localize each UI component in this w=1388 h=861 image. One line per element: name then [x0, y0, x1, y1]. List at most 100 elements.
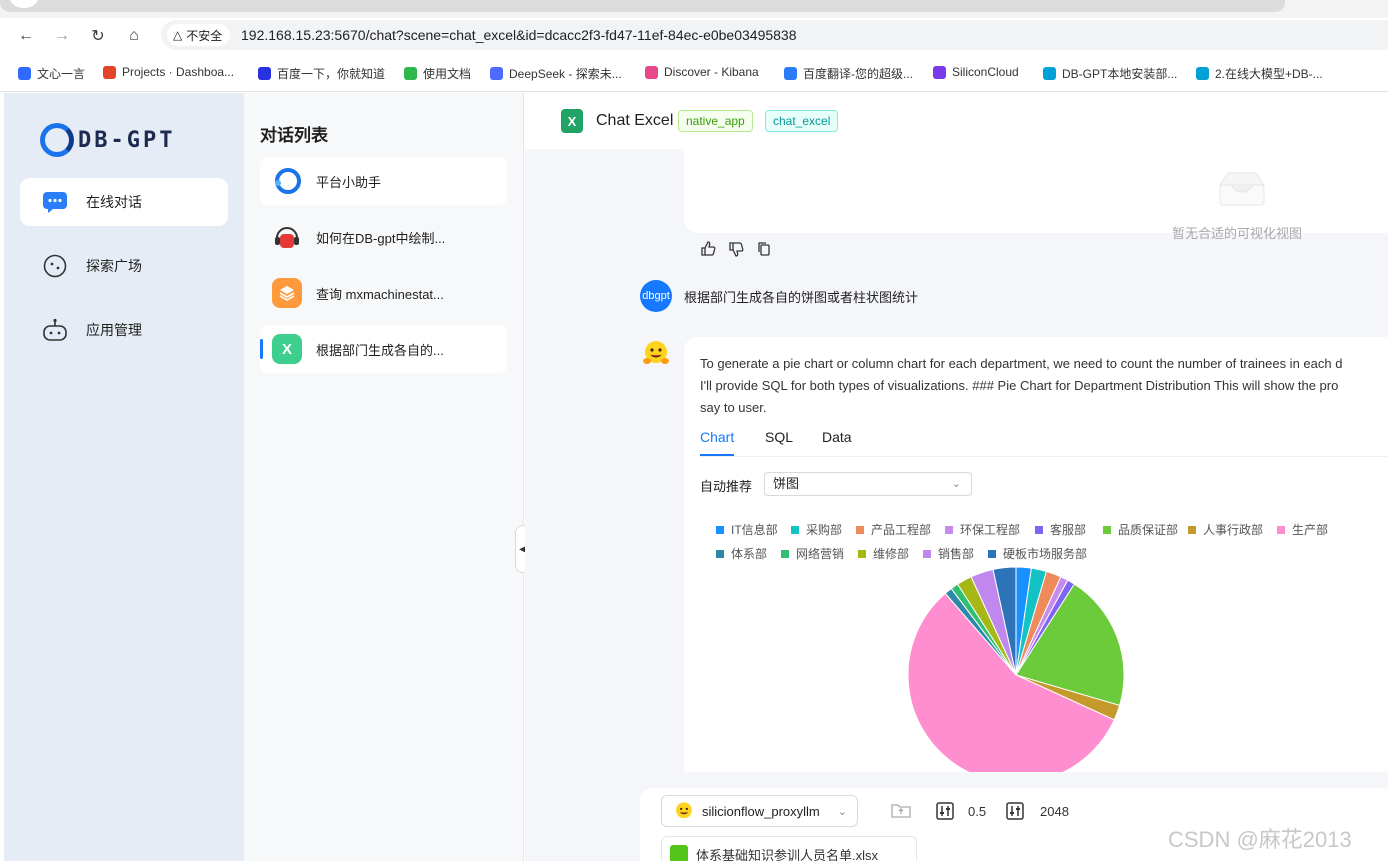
nav-item-online-chat[interactable]: 在线对话 — [20, 178, 228, 226]
temperature-control[interactable]: 0.5 — [936, 802, 986, 820]
robot-icon — [42, 317, 68, 343]
active-indicator — [260, 339, 263, 359]
nav-item-label: 探索广场 — [86, 258, 142, 274]
bookmark-5-icon — [645, 65, 658, 79]
layers-icon — [272, 278, 302, 308]
answer-line: I'll provide SQL for both types of visua… — [700, 378, 1339, 393]
address-bar[interactable]: △ 不安全 192.168.15.23:5670/chat?scene=chat… — [161, 20, 1388, 50]
hugging-face-avatar-icon — [643, 341, 669, 364]
tag-native-app: native_app — [678, 110, 753, 132]
thumbs-down-icon[interactable] — [728, 241, 744, 260]
result-tabs: Chart SQL Data — [700, 429, 1388, 457]
url-text[interactable]: 192.168.15.23:5670/chat?scene=chat_excel… — [241, 27, 797, 43]
legend-item[interactable]: 环保工程部 — [945, 521, 1020, 538]
bookmark-9[interactable]: 2.在线大模型+DB-... — [1196, 65, 1323, 82]
user-message: dbgpt 根据部门生成各自的饼图或者柱状图统计 — [640, 280, 918, 312]
logo-text: DB-GPT — [78, 127, 176, 153]
model-select[interactable]: silicionflow_proxyllm ⌄ — [661, 795, 858, 827]
chat-bubble-icon — [42, 189, 68, 215]
empty-visualization-text: 暂无合适的可视化视图 — [1172, 226, 1303, 241]
max-tokens-control[interactable]: 2048 — [1006, 802, 1069, 820]
chart-type-select[interactable]: 饼图 ⌄ — [764, 472, 972, 496]
legend-swatch — [1035, 525, 1043, 534]
legend-label: 维修部 — [873, 547, 910, 561]
conversation-item-1[interactable]: 如何在DB-gpt中绘制... — [260, 213, 507, 261]
nav-item-explore[interactable]: 探索广场 — [20, 242, 228, 290]
headset-icon — [272, 222, 302, 252]
nav-item-app-management[interactable]: 应用管理 — [20, 306, 228, 354]
legend-item[interactable]: IT信息部 — [716, 521, 778, 538]
back-arrow-icon[interactable]: ← — [14, 24, 38, 48]
home-icon[interactable]: ⌂ — [122, 24, 146, 48]
legend-label: 网络营销 — [796, 547, 845, 561]
legend-item[interactable]: 产品工程部 — [856, 521, 931, 538]
bookmark-label: 文心一言 — [37, 67, 86, 81]
bookmark-0[interactable]: 文心一言 — [18, 65, 85, 82]
excel-icon: X — [272, 334, 302, 364]
legend-swatch — [1277, 525, 1285, 534]
bookmark-1[interactable]: Projects · Dashboa... — [103, 65, 234, 79]
bookmark-5[interactable]: Discover - Kibana — [645, 65, 759, 79]
bookmark-3-icon — [404, 67, 417, 80]
legend-label: 产品工程部 — [871, 523, 932, 537]
legend-item[interactable]: 维修部 — [858, 545, 909, 562]
attached-file-chip[interactable]: 体系基础知识参训人员名单.xlsx — [661, 836, 917, 861]
legend-item[interactable]: 销售部 — [923, 545, 974, 562]
answer-line: To generate a pie chart or column chart … — [700, 356, 1343, 371]
legend-item[interactable]: 网络营销 — [781, 545, 844, 562]
legend-item[interactable]: 品质保证部 — [1103, 521, 1178, 538]
bookmarks-bar: 文心一言 Projects · Dashboa... 百度一下，你就知道 使用文… — [0, 54, 1388, 92]
legend-item[interactable]: 硬板市场服务部 — [988, 545, 1087, 562]
conversation-item-3[interactable]: X 根据部门生成各自的... — [260, 325, 507, 373]
conversation-label: 如何在DB-gpt中绘制... — [316, 230, 446, 246]
bookmark-8[interactable]: DB-GPT本地安装部... — [1043, 65, 1177, 82]
bookmark-3[interactable]: 使用文档 — [404, 65, 471, 82]
pie-chart — [908, 567, 1124, 772]
legend-swatch — [791, 525, 799, 534]
hugging-face-icon — [676, 802, 692, 819]
bookmark-4[interactable]: DeepSeek - 探索未... — [490, 65, 622, 82]
tab-chart[interactable]: Chart — [700, 429, 734, 445]
tab-data[interactable]: Data — [822, 429, 852, 445]
legend-item[interactable]: 客服部 — [1035, 521, 1086, 538]
legend-item[interactable]: 体系部 — [716, 545, 767, 562]
dbgpt-logo[interactable]: DB-GPT — [40, 123, 175, 157]
conversation-label: 平台小助手 — [316, 174, 382, 190]
conversation-list-title: 对话列表 — [260, 126, 328, 145]
chevron-down-icon: ⌄ — [951, 478, 961, 490]
reload-icon[interactable]: ↻ — [86, 24, 110, 48]
conversation-item-2[interactable]: 查询 mxmachinestat... — [260, 269, 507, 317]
folder-upload-icon[interactable] — [891, 802, 911, 818]
legend-label: 生产部 — [1292, 523, 1329, 537]
tab-ink-bar — [700, 454, 734, 456]
bookmark-7[interactable]: SiliconCloud — [933, 65, 1019, 79]
legend-swatch — [1188, 525, 1196, 534]
bookmark-2[interactable]: 百度一下，你就知道 — [258, 65, 385, 82]
thumbs-up-icon[interactable] — [700, 241, 716, 260]
insecure-badge[interactable]: △ 不安全 — [167, 24, 231, 46]
browser-toolbar: ← → ↻ ⌂ △ 不安全 192.168.15.23:5670/chat?sc… — [0, 18, 1388, 54]
legend-item[interactable]: 采购部 — [791, 521, 842, 538]
tab-sql[interactable]: SQL — [765, 429, 793, 445]
legend-swatch — [988, 549, 996, 558]
logo-ring-icon — [40, 123, 74, 157]
legend-item[interactable]: 生产部 — [1277, 521, 1328, 538]
conversation-item-0[interactable]: 平台小助手 — [260, 157, 507, 205]
bookmark-label: DeepSeek - 探索未... — [509, 67, 622, 81]
forward-arrow-icon[interactable]: → — [50, 24, 74, 48]
sliders-icon — [936, 802, 954, 820]
conversation-label: 查询 mxmachinestat... — [316, 286, 444, 302]
active-tab[interactable] — [10, 0, 38, 8]
chat-main: 暂无合适的可视化视图 X Chat Excel native_app chat_… — [525, 93, 1388, 861]
bookmark-6[interactable]: 百度翻译-您的超级... — [784, 65, 913, 82]
assistant-answer-card: To generate a pie chart or column chart … — [684, 337, 1388, 772]
legend-item[interactable]: 人事行政部 — [1188, 521, 1263, 538]
user-message-text: 根据部门生成各自的饼图或者柱状图统计 — [684, 289, 919, 305]
empty-box-icon — [1219, 172, 1265, 206]
legend-label: 体系部 — [731, 547, 768, 561]
copy-icon[interactable] — [756, 241, 772, 260]
chat-header: X Chat Excel native_app chat_excel — [525, 93, 1388, 149]
insecure-label: 不安全 — [186, 28, 223, 43]
bookmark-label: Discover - Kibana — [664, 65, 759, 79]
legend-label: 客服部 — [1050, 523, 1087, 537]
